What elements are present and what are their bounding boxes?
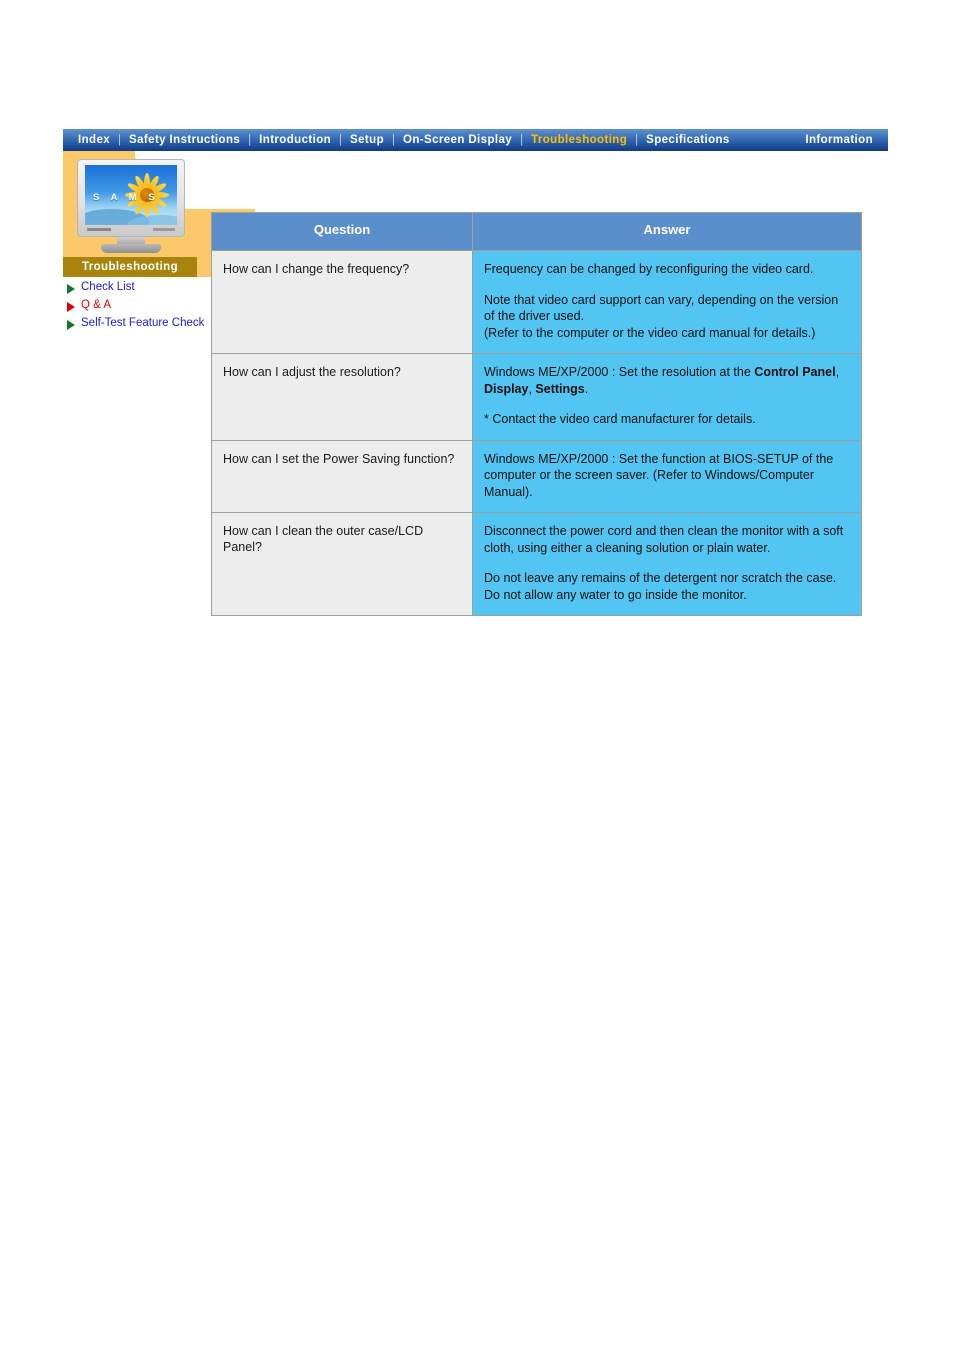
answer-paragraph: Frequency can be changed by reconfigurin… bbox=[484, 262, 814, 276]
sidebar-item-label: Q & A bbox=[81, 299, 112, 311]
main-navigation-bar[interactable]: Index | Safety Instructions | Introduction | S… bbox=[63, 129, 888, 151]
monitor-model-plate bbox=[153, 228, 175, 231]
question-cell: How can I set the Power Saving function? bbox=[211, 439, 473, 513]
table-row: How can I clean the outer case/LCD Panel… bbox=[211, 512, 862, 616]
arrow-right-icon bbox=[67, 284, 75, 294]
nav-item-safety-instructions[interactable]: Safety Instructions bbox=[122, 129, 247, 151]
monitor-bezel: S A M S bbox=[77, 159, 185, 237]
monitor-screen: S A M S bbox=[85, 165, 177, 225]
table-header-row: Question Answer bbox=[211, 212, 862, 251]
answer-paragraph: Note that video card support can vary, d… bbox=[484, 292, 839, 340]
answer-paragraph: Windows ME/XP/2000 : Set the function at… bbox=[484, 451, 834, 499]
answer-paragraph: Disconnect the power cord and then clean… bbox=[484, 524, 844, 555]
nav-item-introduction[interactable]: Introduction bbox=[252, 129, 338, 151]
monitor-brand-text: S A M S bbox=[93, 192, 160, 203]
monitor-illustration: S A M S bbox=[77, 159, 185, 254]
monitor-base bbox=[101, 244, 161, 253]
table-row: How can I set the Power Saving function?… bbox=[211, 439, 862, 513]
nav-item-setup[interactable]: Setup bbox=[343, 129, 391, 151]
question-cell: How can I change the frequency? bbox=[211, 250, 473, 354]
nav-item-specifications[interactable]: Specifications bbox=[639, 129, 737, 151]
answer-cell: Windows ME/XP/2000 : Set the resolution … bbox=[472, 353, 862, 441]
answer-paragraph: * Contact the video card manufacturer fo… bbox=[484, 412, 756, 426]
arrow-right-icon-active bbox=[67, 302, 75, 312]
monitor-brand-plate bbox=[87, 228, 111, 231]
answer-cell: Frequency can be changed by reconfigurin… bbox=[472, 250, 862, 354]
nav-item-index[interactable]: Index bbox=[71, 129, 117, 151]
table-row: How can I change the frequency? Frequency… bbox=[211, 250, 862, 354]
column-header-answer: Answer bbox=[472, 212, 862, 251]
faq-table: Question Answer How can I change the fre… bbox=[211, 212, 862, 616]
section-title-label: Troubleshooting bbox=[81, 261, 179, 273]
column-header-question: Question bbox=[211, 212, 473, 251]
faq-table-body: How can I change the frequency? Frequency… bbox=[211, 250, 862, 616]
table-row: How can I adjust the resolution? Windows … bbox=[211, 353, 862, 441]
question-cell: How can I clean the outer case/LCD Panel… bbox=[211, 512, 473, 616]
sidebar-item-label: Check List bbox=[81, 281, 135, 293]
sidebar-item-label: Self-Test Feature Check bbox=[81, 317, 205, 329]
answer-paragraph: Do not leave any remains of the detergen… bbox=[484, 571, 837, 602]
question-cell: How can I adjust the resolution? bbox=[211, 353, 473, 441]
answer-cell: Windows ME/XP/2000 : Set the function at… bbox=[472, 439, 862, 513]
nav-item-on-screen-display[interactable]: On-Screen Display bbox=[396, 129, 519, 151]
arrow-right-icon bbox=[67, 320, 75, 330]
answer-cell: Disconnect the power cord and then clean… bbox=[472, 512, 862, 616]
nav-item-information[interactable]: Information bbox=[798, 129, 880, 151]
nav-item-troubleshooting[interactable]: Troubleshooting bbox=[524, 129, 634, 151]
section-title-banner: Troubleshooting bbox=[63, 257, 197, 277]
answer-paragraph: Windows ME/XP/2000 : Set the resolution … bbox=[484, 365, 840, 396]
